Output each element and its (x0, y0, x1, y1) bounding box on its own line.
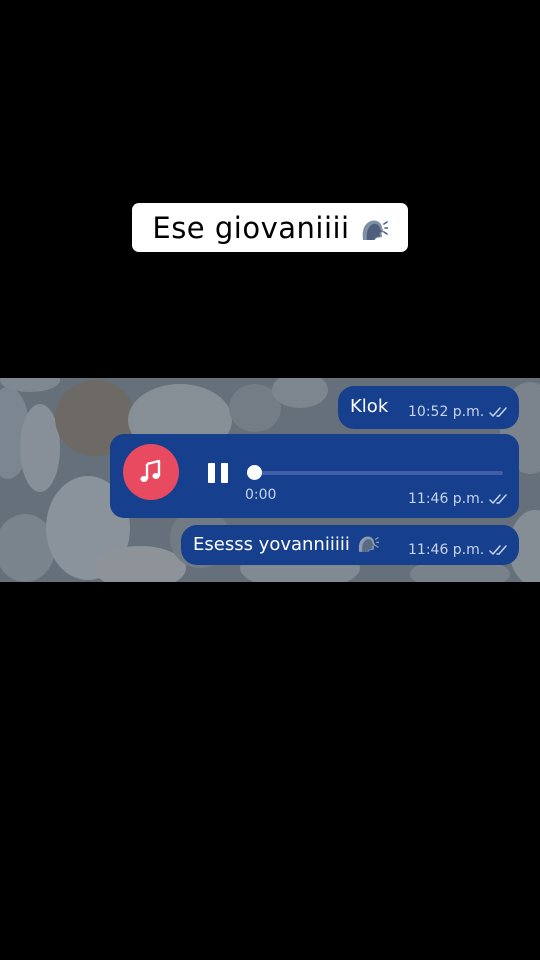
double-check-icon (489, 545, 507, 555)
message-time: 11:46 p.m. (408, 491, 485, 507)
audio-seek-handle[interactable] (247, 465, 262, 480)
pause-bar-left (208, 463, 215, 483)
audio-progress-track[interactable] (254, 471, 503, 475)
audio-cover-disc (123, 444, 179, 500)
speaking-head-icon (362, 219, 388, 240)
message-meta: 10:52 p.m. (408, 404, 509, 420)
message-text-wrap: Esesss yovanniiiii (193, 533, 379, 555)
audio-message-bubble[interactable]: 0:00 11:46 p.m. (110, 434, 519, 518)
double-check-icon (489, 494, 507, 504)
message-time: 11:46 p.m. (408, 542, 485, 558)
speaking-head-icon (358, 536, 379, 552)
pause-button[interactable] (207, 463, 229, 483)
music-note-icon (140, 459, 161, 482)
message-text: Esesss yovanniiiii (193, 533, 350, 555)
chat-area: Klok 10:52 p.m. 0:00 11:46 p.m. Esesss y… (0, 378, 540, 582)
message-time: 10:52 p.m. (408, 404, 485, 420)
message-text: Klok (350, 396, 389, 417)
caption-text: Ese giovaniiii (152, 210, 350, 245)
double-check-icon (489, 407, 507, 417)
pause-bar-right (221, 463, 228, 483)
message-bubble-klok[interactable]: Klok 10:52 p.m. (338, 386, 519, 429)
message-bubble-yovanniiiii[interactable]: Esesss yovanniiiii 11:46 p.m. (181, 525, 519, 565)
video-caption: Ese giovaniiii (132, 203, 408, 252)
message-meta: 11:46 p.m. (408, 491, 509, 507)
message-meta: 11:46 p.m. (408, 542, 509, 558)
audio-elapsed-time: 0:00 (245, 487, 277, 503)
